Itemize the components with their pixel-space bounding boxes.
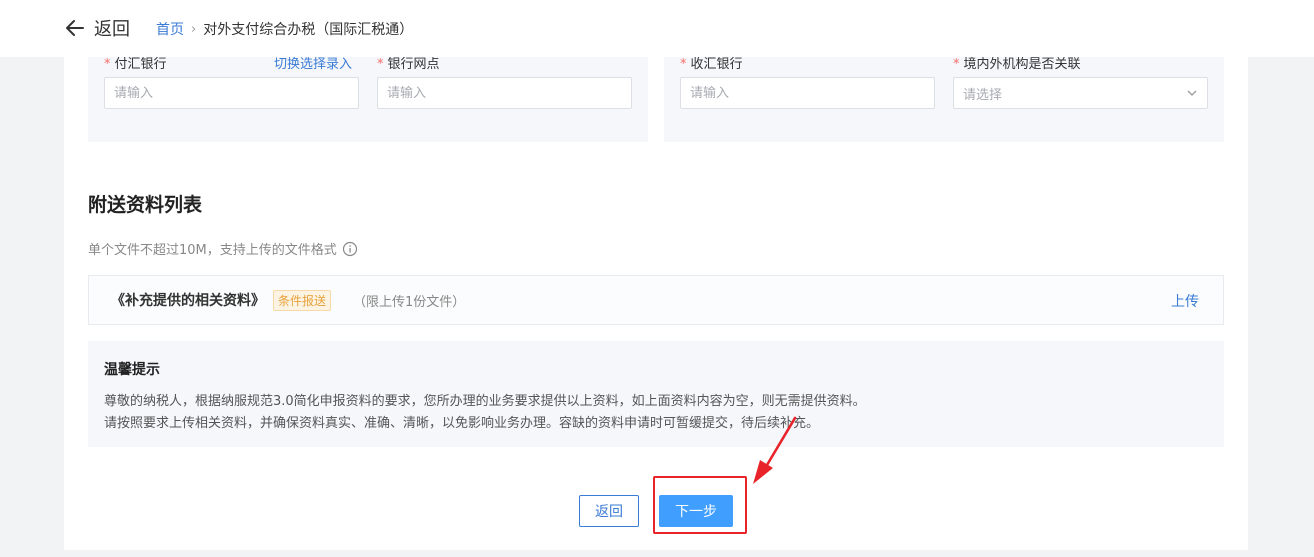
- annotation-arrow-icon: [753, 416, 797, 484]
